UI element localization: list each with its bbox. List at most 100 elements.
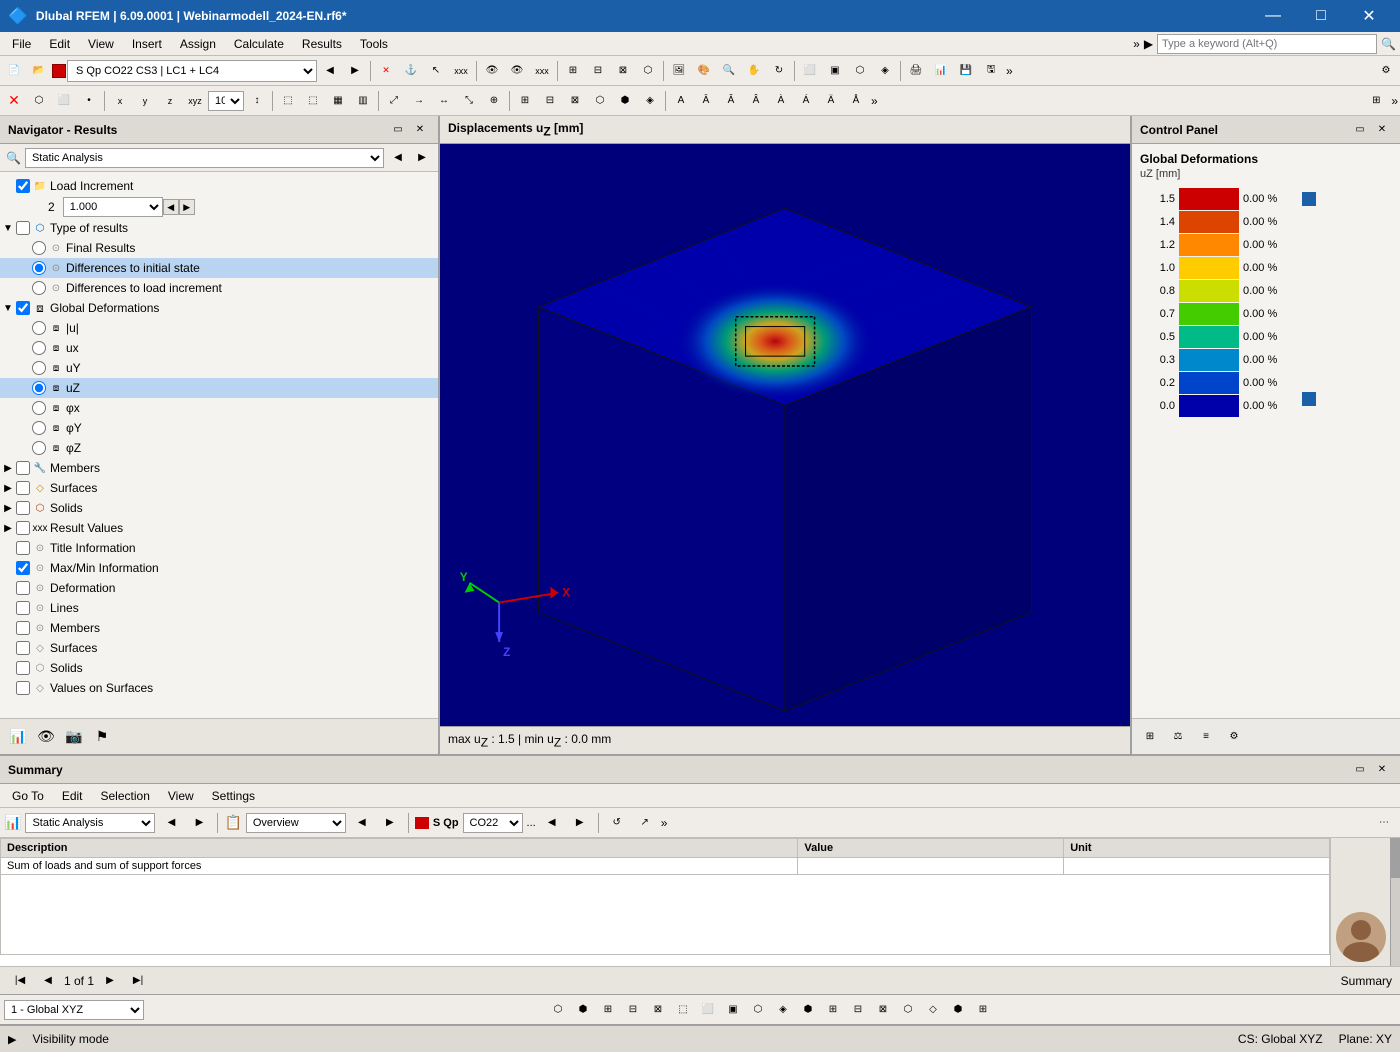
t2-arrow2[interactable]: ↔ [432, 89, 456, 113]
nav-filter-next[interactable]: ▶ [412, 148, 432, 168]
diff-initial-radio[interactable] [32, 261, 46, 275]
members-check[interactable] [16, 461, 30, 475]
surfaces2-check[interactable] [16, 641, 30, 655]
t2-select1[interactable]: ⬚ [276, 89, 300, 113]
t2-label6[interactable]: Á [794, 89, 818, 113]
bt-5[interactable]: ⊠ [646, 998, 670, 1022]
t2-mesh4[interactable]: ⬡ [588, 89, 612, 113]
members-expand-icon[interactable]: ▶ [0, 460, 16, 476]
load-case-dropdown[interactable]: S Qp CO22 CS3 | LC1 + LC4 [67, 60, 317, 82]
maxmin-check[interactable] [16, 561, 30, 575]
menu-results[interactable]: Results [294, 35, 350, 53]
summary-overview-dropdown[interactable]: Overview [246, 813, 346, 833]
summary-edit[interactable]: Edit [54, 787, 91, 805]
tool-3d[interactable]: ⬡ [636, 59, 660, 83]
summary-co22-dropdown[interactable]: CO22 [463, 813, 523, 833]
surfaces-check[interactable] [16, 481, 30, 495]
t2-mesh2[interactable]: ⊟ [538, 89, 562, 113]
tool-p1[interactable]: 🖨 [904, 59, 928, 83]
t2-label5[interactable]: À [769, 89, 793, 113]
nav-close-btn[interactable]: ✕ [410, 120, 430, 140]
bt-2[interactable]: ⬢ [571, 998, 595, 1022]
cp-list-btn[interactable]: ≡ [1194, 725, 1218, 749]
uy-radio[interactable] [32, 361, 46, 375]
bt-15[interactable]: ⬡ [896, 998, 920, 1022]
rv-check[interactable] [16, 521, 30, 535]
tool-render2[interactable]: 🎨 [692, 59, 716, 83]
solids-expand-icon[interactable]: ▶ [0, 500, 16, 516]
t2-move[interactable]: ⤡ [457, 89, 481, 113]
t2-arrow1[interactable]: → [407, 89, 431, 113]
tool-m2[interactable]: ▣ [823, 59, 847, 83]
bt-3[interactable]: ⊞ [596, 998, 620, 1022]
solids-check[interactable] [16, 501, 30, 515]
uy-item[interactable]: ⧈ uY [0, 358, 438, 378]
tool-rotate[interactable]: ↻ [767, 59, 791, 83]
bt-9[interactable]: ⬡ [746, 998, 770, 1022]
t2-label7[interactable]: Ä [819, 89, 843, 113]
diff-increment-item[interactable]: ⊙ Differences to load increment [0, 278, 438, 298]
nav-eye-btn[interactable]: 👁 [34, 725, 58, 749]
menu-assign[interactable]: Assign [172, 35, 224, 53]
page-last-btn[interactable]: ▶| [126, 969, 150, 993]
close-button[interactable]: ✕ [1346, 0, 1392, 32]
result-values-item[interactable]: ▶ xxx Result Values [0, 518, 438, 538]
t2-node[interactable]: • [77, 89, 101, 113]
maxmin-item[interactable]: ⊙ Max/Min Information [0, 558, 438, 578]
summary-export-btn[interactable]: ↗ [633, 811, 657, 835]
global-deformations-item[interactable]: ▼ ⧈ Global Deformations [0, 298, 438, 318]
global-def-check[interactable] [16, 301, 30, 315]
menu-tools[interactable]: Tools [352, 35, 396, 53]
bt-11[interactable]: ⬢ [796, 998, 820, 1022]
t2-grid-icon[interactable]: ⊞ [1364, 89, 1388, 113]
title-info-check[interactable] [16, 541, 30, 555]
t2-surf[interactable]: ⬜ [52, 89, 76, 113]
prev-load-btn[interactable]: ◀ [318, 59, 342, 83]
t2-del[interactable]: ✕ [2, 89, 26, 113]
t2-label4[interactable]: Â [744, 89, 768, 113]
solids2-item[interactable]: ⬡ Solids [0, 658, 438, 678]
lines-check[interactable] [16, 601, 30, 615]
final-results-radio[interactable] [32, 241, 46, 255]
t2-scale[interactable]: ↕ [245, 89, 269, 113]
summary-co-prev-btn[interactable]: ◀ [540, 811, 564, 835]
t2-more[interactable]: ⊕ [482, 89, 506, 113]
tool-zoom[interactable]: 🔍 [717, 59, 741, 83]
menu-calculate[interactable]: Calculate [226, 35, 292, 53]
t2-label2[interactable]: Ā [694, 89, 718, 113]
summary-ov-next-btn[interactable]: ▶ [378, 811, 402, 835]
t2-disp[interactable]: ⤢ [382, 89, 406, 113]
solids2-check[interactable] [16, 661, 30, 675]
t2-mesh3[interactable]: ⊠ [563, 89, 587, 113]
summary-close-btn[interactable]: ✕ [1372, 760, 1392, 780]
cp-close-btn[interactable]: ✕ [1372, 120, 1392, 140]
u-abs-radio[interactable] [32, 321, 46, 335]
diff-initial-item[interactable]: ⊙ Differences to initial state [0, 258, 438, 278]
tool-m4[interactable]: ◈ [873, 59, 897, 83]
load-increment-check[interactable] [16, 179, 30, 193]
minimize-button[interactable]: — [1250, 0, 1296, 32]
lines-item[interactable]: ⊙ Lines [0, 598, 438, 618]
coord-system-dropdown[interactable]: 1 - Global XYZ [4, 1000, 144, 1020]
surfaces-item[interactable]: ▶ ◇ Surfaces [0, 478, 438, 498]
open-btn[interactable]: 📂 [27, 59, 51, 83]
tool-grid1[interactable]: ⊞ [561, 59, 585, 83]
menu-view[interactable]: View [80, 35, 122, 53]
type-of-results-item[interactable]: ▼ ⬡ Type of results [0, 218, 438, 238]
tool-pan[interactable]: ✋ [742, 59, 766, 83]
deformation-check[interactable] [16, 581, 30, 595]
load-increment-item[interactable]: 📁 Load Increment [0, 176, 438, 196]
summary-more-btn[interactable]: ⋯ [1372, 811, 1396, 835]
bt-16[interactable]: ◇ [921, 998, 945, 1022]
tool-grid2[interactable]: ⊟ [586, 59, 610, 83]
ux-radio[interactable] [32, 341, 46, 355]
t2-filter1[interactable]: ▦ [326, 89, 350, 113]
page-first-btn[interactable]: |◀ [8, 969, 32, 993]
menu-edit[interactable]: Edit [41, 35, 78, 53]
nav-filter-prev[interactable]: ◀ [388, 148, 408, 168]
cp-table-btn[interactable]: ⊞ [1138, 725, 1162, 749]
tool-grid3[interactable]: ⊠ [611, 59, 635, 83]
rv-expand-icon[interactable]: ▶ [0, 520, 16, 536]
tool-p3[interactable]: 💾 [954, 59, 978, 83]
bt-10[interactable]: ◈ [771, 998, 795, 1022]
